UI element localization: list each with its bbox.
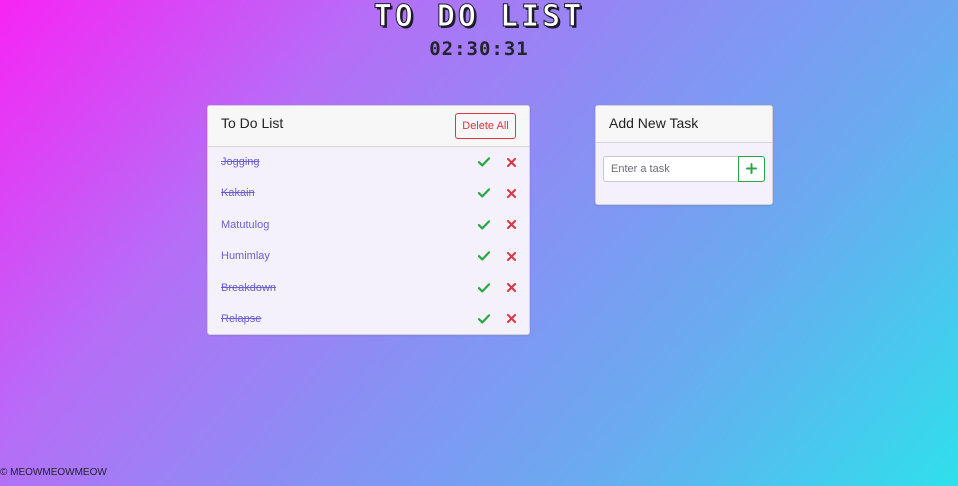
- check-icon[interactable]: [477, 312, 491, 326]
- check-icon[interactable]: [477, 155, 491, 169]
- task-row: Jogging: [208, 147, 529, 178]
- footer-copyright: © MEOWMEOWMEOW: [0, 467, 107, 478]
- task-label: Breakdown: [221, 281, 277, 294]
- task-label: Relapse: [221, 312, 262, 325]
- task-label: Matutulog: [221, 218, 270, 231]
- close-icon[interactable]: [504, 186, 518, 200]
- task-list: Jogging Kakain Matutulog Humimlay Breakd…: [208, 147, 529, 335]
- todo-list-card: To Do List Delete All Jogging Kakain Mat…: [207, 105, 530, 335]
- task-label: Jogging: [221, 156, 260, 168]
- task-label: Kakain: [221, 187, 255, 200]
- todo-list-header: To Do List Delete All: [208, 106, 529, 147]
- close-icon[interactable]: [504, 281, 518, 295]
- plus-icon: [746, 162, 757, 177]
- add-task-button[interactable]: [738, 156, 765, 182]
- task-row: Breakdown: [208, 273, 529, 304]
- check-icon[interactable]: [477, 218, 491, 232]
- task-label: Humimlay: [221, 250, 270, 263]
- todo-list-title: To Do List: [221, 115, 284, 131]
- add-task-card: Add New Task: [595, 105, 773, 205]
- task-input[interactable]: [603, 156, 739, 182]
- close-icon[interactable]: [504, 218, 518, 232]
- app-title: TO DO LIST: [373, 0, 585, 34]
- close-icon[interactable]: [504, 155, 518, 169]
- task-row: Kakain: [208, 178, 529, 209]
- clock: 02:30:31: [429, 38, 529, 60]
- close-icon[interactable]: [504, 312, 518, 326]
- delete-all-button[interactable]: Delete All: [455, 113, 516, 139]
- check-icon[interactable]: [477, 249, 491, 263]
- check-icon[interactable]: [477, 186, 491, 200]
- close-icon[interactable]: [504, 249, 518, 263]
- task-row: Relapse: [208, 304, 529, 335]
- task-row: Matutulog: [208, 210, 529, 241]
- add-task-title: Add New Task: [609, 115, 699, 131]
- check-icon[interactable]: [477, 281, 491, 295]
- add-task-header: Add New Task: [596, 106, 772, 143]
- task-row: Humimlay: [208, 241, 529, 272]
